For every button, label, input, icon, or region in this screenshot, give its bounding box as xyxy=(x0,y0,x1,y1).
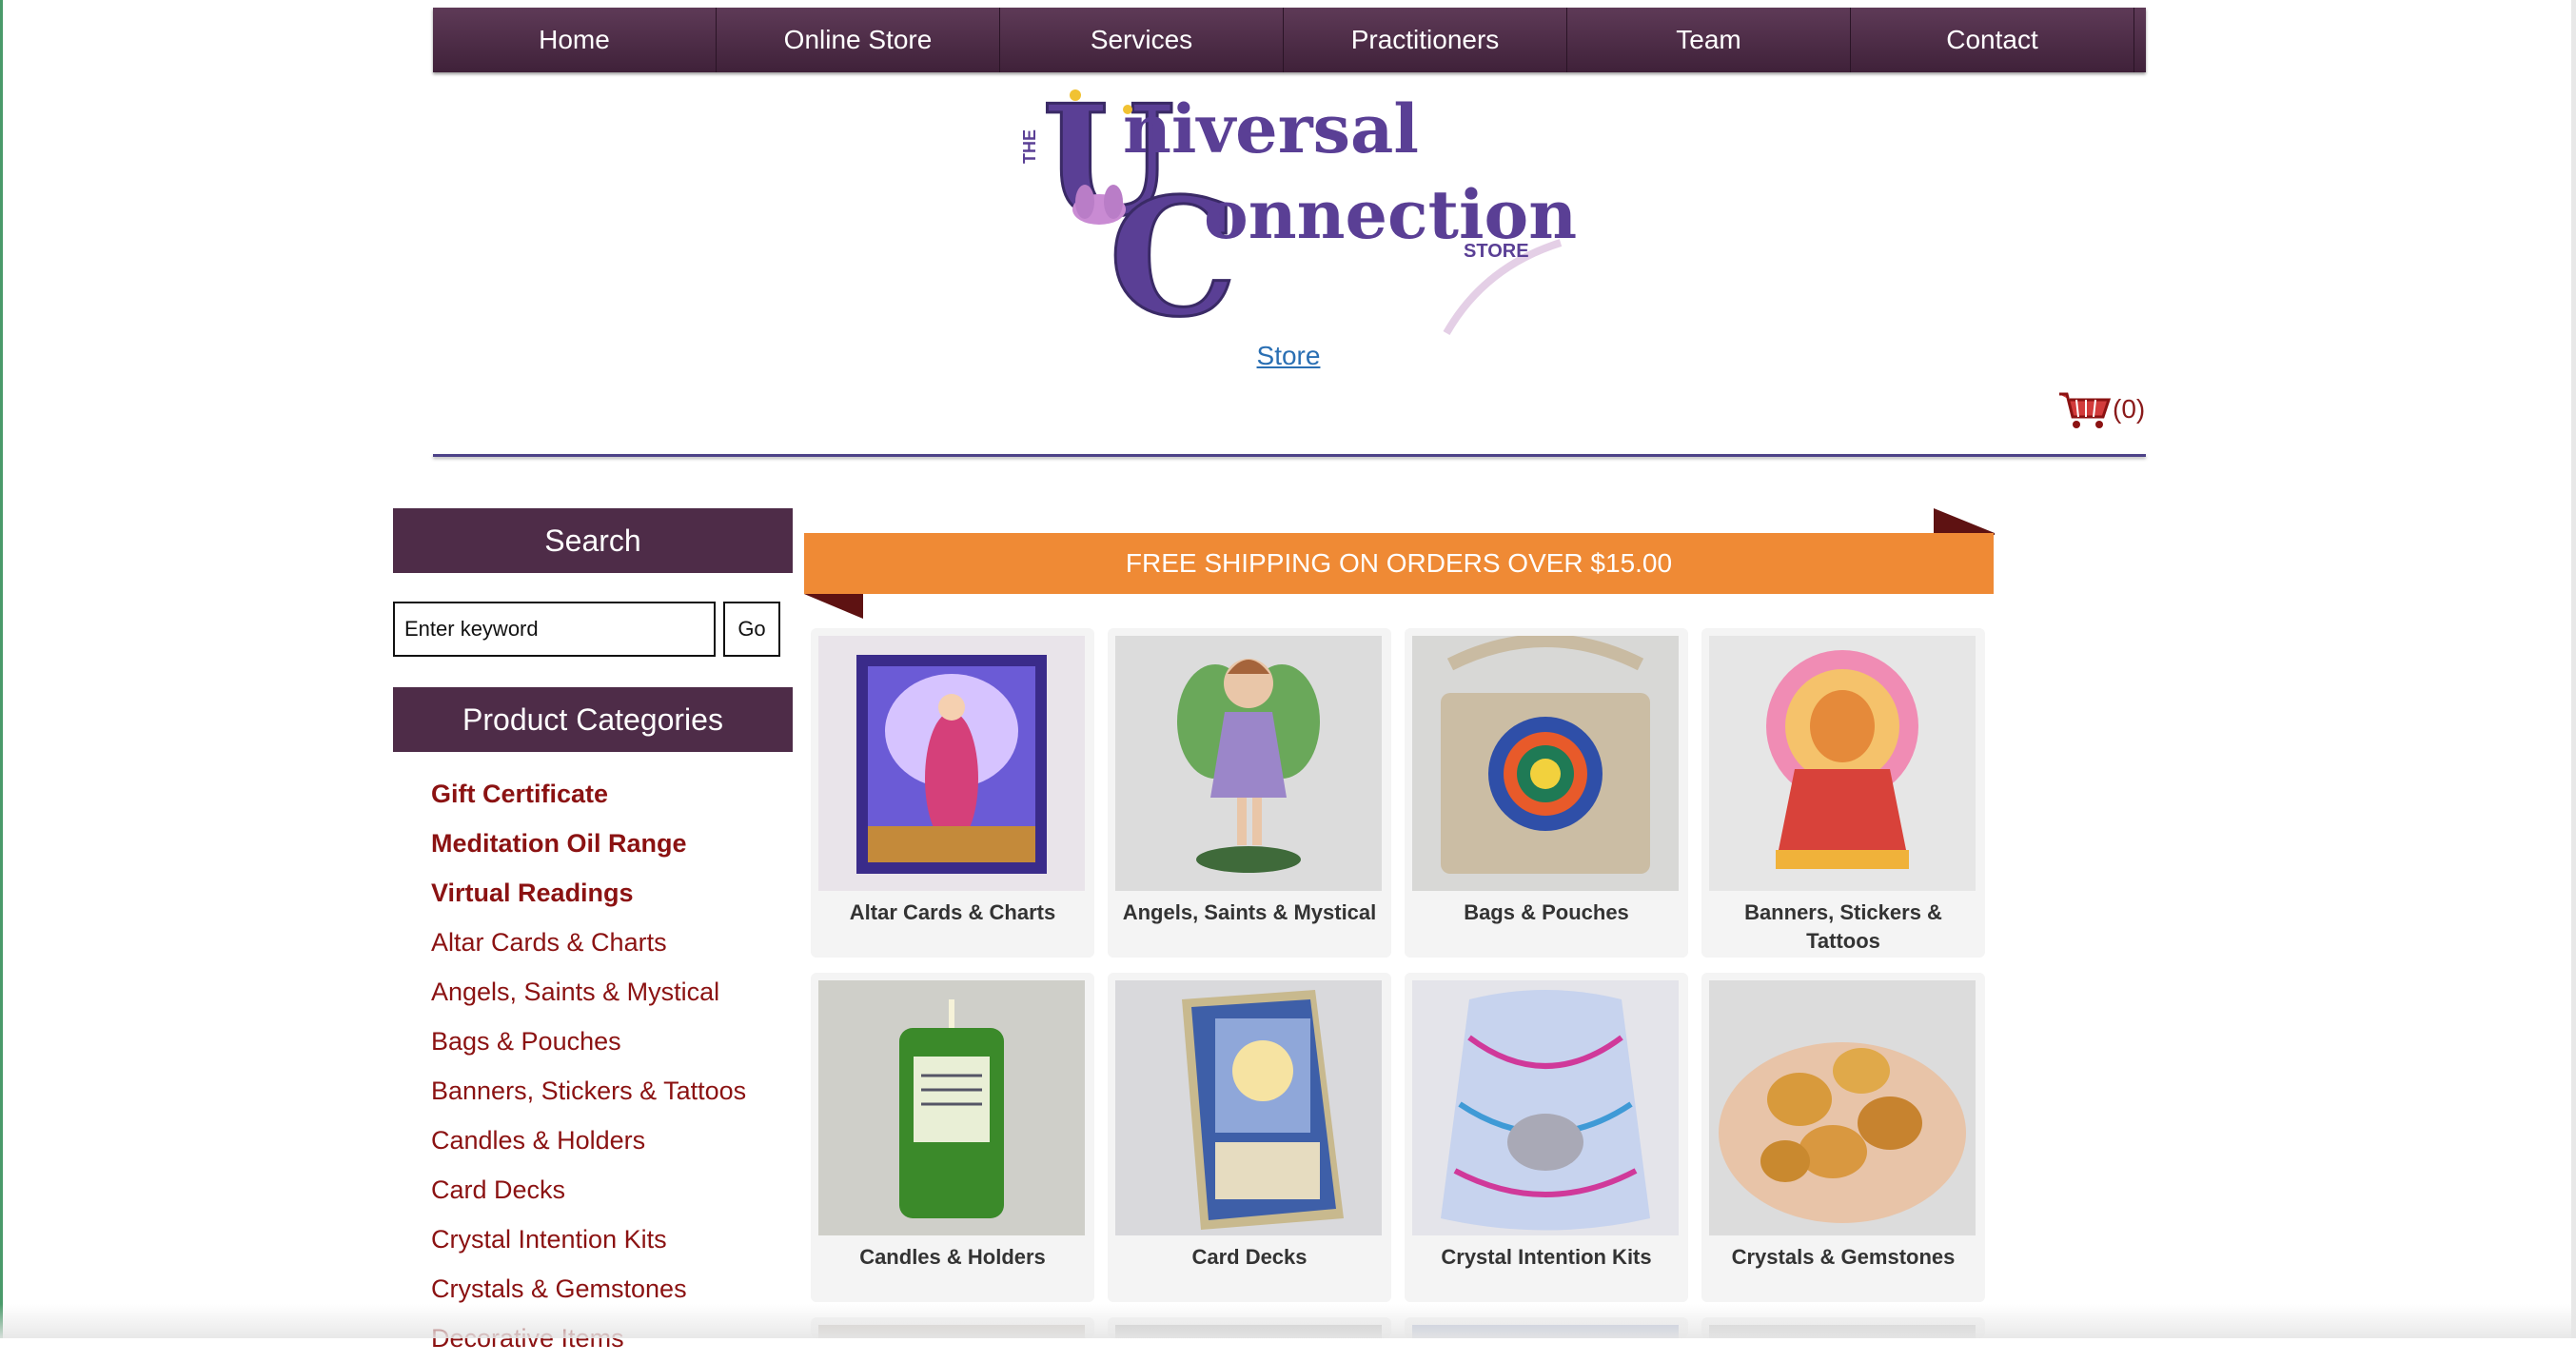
product-label: Banners, Stickers & Tattoos xyxy=(1744,900,1942,953)
scrollbar-track[interactable] xyxy=(2571,0,2576,1338)
nav-contact[interactable]: Contact xyxy=(1851,8,2134,72)
product-image-altar-cards xyxy=(818,636,1085,891)
search-input[interactable] xyxy=(393,602,716,657)
product-card-crystals-gemstones[interactable]: Crystals & Gemstones xyxy=(1701,973,1985,1302)
nav-online-store[interactable]: Online Store xyxy=(717,8,1000,72)
product-label: Crystal Intention Kits xyxy=(1441,1245,1652,1269)
free-shipping-banner: FREE SHIPPING ON ORDERS OVER $15.00 xyxy=(804,533,1994,594)
category-link-gift-certificate[interactable]: Gift Certificate xyxy=(431,769,746,819)
product-image-crystal-intention-kits xyxy=(1412,980,1679,1235)
category-link-altar-cards[interactable]: Altar Cards & Charts xyxy=(431,918,746,967)
cart-count: (0) xyxy=(2113,394,2146,424)
category-link-angels-saints[interactable]: Angels, Saints & Mystical xyxy=(431,967,746,1017)
nav-practitioners[interactable]: Practitioners xyxy=(1284,8,1567,72)
bottom-fade xyxy=(0,1304,2576,1338)
category-link-bags-pouches[interactable]: Bags & Pouches xyxy=(431,1017,746,1066)
category-list: Gift Certificate Meditation Oil Range Vi… xyxy=(431,769,746,1363)
product-card-crystal-intention-kits[interactable]: Crystal Intention Kits xyxy=(1405,973,1688,1302)
product-label: Bags & Pouches xyxy=(1464,900,1629,924)
nav-services[interactable]: Services xyxy=(1000,8,1284,72)
window-edge xyxy=(0,0,3,1338)
product-label: Altar Cards & Charts xyxy=(849,900,1056,924)
store-logo[interactable]: U THE niversal C onnection STORE xyxy=(1009,70,1580,355)
product-card-altar-cards[interactable]: Altar Cards & Charts xyxy=(811,628,1094,958)
product-card-bags-pouches[interactable]: Bags & Pouches xyxy=(1405,628,1688,958)
product-label: Card Decks xyxy=(1191,1245,1308,1269)
product-image-angels-saints xyxy=(1115,636,1382,891)
product-image-banners-stickers xyxy=(1709,636,1976,891)
nav-team[interactable]: Team xyxy=(1567,8,1851,72)
product-image-crystals-gemstones xyxy=(1709,980,1976,1235)
product-categories-heading: Product Categories xyxy=(393,687,793,752)
search-heading: Search xyxy=(393,508,793,573)
ribbon-fold-right xyxy=(1934,508,1995,535)
product-label: Candles & Holders xyxy=(859,1245,1046,1269)
product-card-banners-stickers[interactable]: Banners, Stickers & Tattoos xyxy=(1701,628,1985,958)
product-image-card-decks xyxy=(1115,980,1382,1235)
product-image-candles-holders xyxy=(818,980,1085,1235)
shopping-cart-icon xyxy=(2059,392,2112,428)
category-link-virtual-readings[interactable]: Virtual Readings xyxy=(431,868,746,918)
category-link-card-decks[interactable]: Card Decks xyxy=(431,1165,746,1215)
header-divider xyxy=(433,454,2146,457)
nav-home[interactable]: Home xyxy=(433,8,717,72)
ribbon-fold-left xyxy=(804,594,863,619)
svg-text:STORE: STORE xyxy=(1464,241,1529,262)
product-card-card-decks[interactable]: Card Decks xyxy=(1108,973,1391,1302)
svg-text:THE: THE xyxy=(1020,129,1039,164)
product-label: Crystals & Gemstones xyxy=(1731,1245,1956,1269)
category-link-banners-stickers[interactable]: Banners, Stickers & Tattoos xyxy=(431,1066,746,1116)
product-card-candles-holders[interactable]: Candles & Holders xyxy=(811,973,1094,1302)
product-card-angels-saints[interactable]: Angels, Saints & Mystical xyxy=(1108,628,1391,958)
category-link-candles-holders[interactable]: Candles & Holders xyxy=(431,1116,746,1165)
category-link-meditation-oil-range[interactable]: Meditation Oil Range xyxy=(431,819,746,868)
cart-link[interactable]: (0) xyxy=(2057,388,2145,430)
top-navigation: Home Online Store Services Practitioners… xyxy=(433,8,2146,72)
store-breadcrumb-link[interactable]: Store xyxy=(1163,341,1414,371)
product-image-bags-pouches xyxy=(1412,636,1679,891)
product-label: Angels, Saints & Mystical xyxy=(1122,900,1377,924)
search-go-button[interactable]: Go xyxy=(723,602,780,657)
category-link-crystal-intention-kits[interactable]: Crystal Intention Kits xyxy=(431,1215,746,1264)
svg-text:niversal: niversal xyxy=(1123,89,1419,168)
